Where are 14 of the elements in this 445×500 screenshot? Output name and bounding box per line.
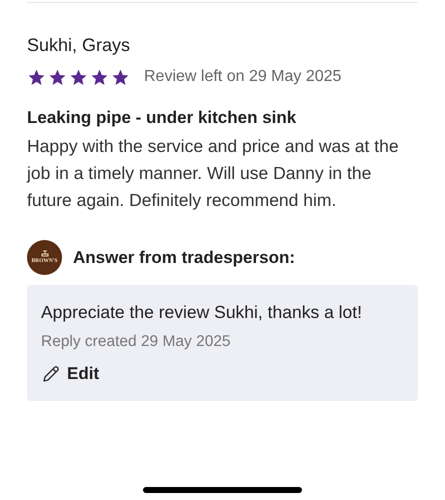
- star-icon: [48, 68, 67, 86]
- star-icon: [111, 68, 130, 86]
- review-date: Review left on 29 May 2025: [144, 67, 342, 87]
- reply-text: Appreciate the review Sukhi, thanks a lot!: [41, 301, 364, 324]
- star-icon: [90, 68, 109, 86]
- star-icon: [69, 68, 88, 86]
- star-icon: [27, 68, 46, 86]
- pencil-icon: [41, 364, 61, 384]
- answer-heading: Answer from tradesperson:: [73, 246, 295, 269]
- edit-button[interactable]: Edit: [41, 361, 100, 386]
- reply-date: Reply created 29 May 2025: [41, 332, 232, 352]
- review-title: Leaking pipe - under kitchen sink: [27, 107, 298, 129]
- reviewer-name: Sukhi, Grays: [27, 34, 132, 57]
- review-text: Happy with the service and price and was at the job in a timely manner. Will use Danny in the future again. Definitely recommend him.: [27, 135, 400, 212]
